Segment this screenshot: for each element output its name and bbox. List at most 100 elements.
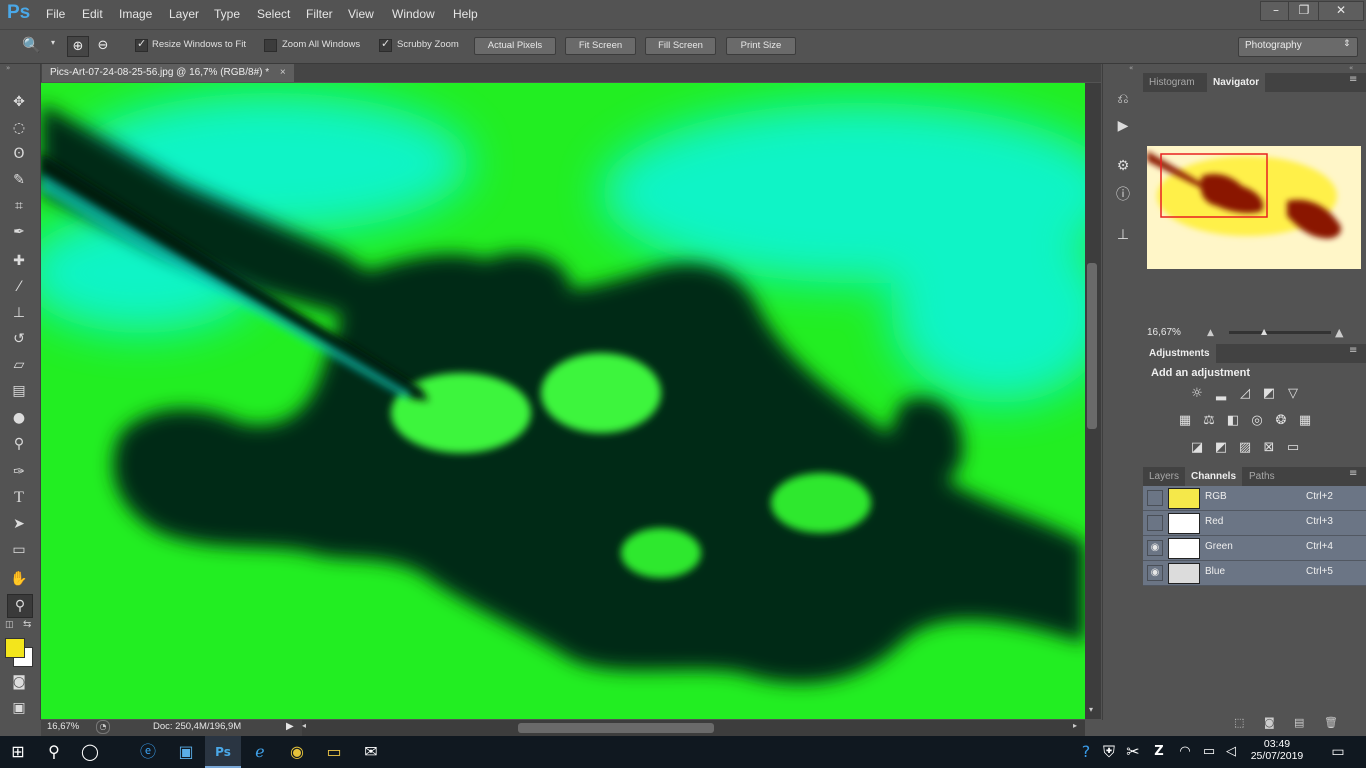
tool-preset-arrow-icon[interactable]: ▾	[51, 38, 55, 47]
chrome-icon[interactable]: ◉	[279, 736, 315, 768]
status-zoom[interactable]: 16,67%	[47, 721, 79, 732]
color-lookup-icon[interactable]: ▦	[1297, 414, 1313, 428]
scroll-right-icon[interactable]: ▸	[1073, 721, 1077, 730]
adjustments-menu-icon[interactable]: ≡	[1349, 345, 1357, 356]
channel-row-blue[interactable]: ◉ Blue Ctrl+5	[1143, 561, 1366, 586]
zoom-out-small-icon[interactable]: ▲	[1207, 328, 1214, 338]
move-tool-icon[interactable]: ✥	[7, 91, 31, 113]
print-size-button[interactable]: Print Size	[726, 37, 796, 55]
new-channel-icon[interactable]: ▤	[1294, 716, 1304, 729]
navigator-zoom-value[interactable]: 16,67%	[1147, 327, 1181, 338]
horizontal-scroll-thumb[interactable]	[518, 723, 714, 733]
invert-icon[interactable]: ◪	[1189, 441, 1205, 455]
eye-icon[interactable]: ◉	[1147, 540, 1163, 556]
dodge-tool-icon[interactable]: ⚲	[7, 433, 31, 455]
tab-adjustments[interactable]: Adjustments	[1143, 344, 1216, 363]
zoom-out-icon[interactable]: ⊖	[93, 36, 113, 55]
color-balance-icon[interactable]: ⚖	[1201, 414, 1217, 428]
navigator-preview[interactable]	[1147, 146, 1361, 269]
pen-tool-icon[interactable]: ✑	[7, 461, 31, 483]
scroll-left-icon[interactable]: ◂	[302, 721, 306, 730]
menu-select[interactable]: Select	[257, 7, 290, 21]
zoom-tool-icon[interactable]: ⚲	[7, 594, 33, 618]
mail-icon[interactable]: ✉	[353, 736, 389, 768]
restore-button[interactable]: ❐	[1288, 1, 1320, 21]
tab-histogram[interactable]: Histogram	[1143, 73, 1201, 92]
blur-tool-icon[interactable]: ●	[7, 407, 31, 429]
healing-brush-tool-icon[interactable]: ✚	[7, 250, 31, 272]
menu-window[interactable]: Window	[392, 7, 435, 21]
resize-windows-checkbox[interactable]	[135, 37, 148, 52]
tab-navigator[interactable]: Navigator	[1207, 73, 1266, 92]
menu-layer[interactable]: Layer	[169, 7, 199, 21]
channels-menu-icon[interactable]: ≡	[1349, 468, 1357, 479]
zoom-in-large-icon[interactable]: ▲	[1335, 326, 1343, 339]
zoom-in-icon[interactable]: ⊕	[67, 36, 89, 57]
info-panel-icon[interactable]: ⓘ	[1114, 186, 1132, 204]
actions-play-icon[interactable]: ▶	[1114, 117, 1132, 135]
channel-row-red[interactable]: Red Ctrl+3	[1143, 511, 1366, 536]
clone-stamp-tool-icon[interactable]: ⊥	[7, 302, 31, 324]
taskbar-clock[interactable]: 03:49 25/07/2019	[1248, 738, 1306, 762]
close-tab-icon[interactable]: ×	[280, 67, 286, 78]
vertical-scrollbar[interactable]: ▾	[1085, 83, 1101, 719]
zoom-all-windows-checkbox[interactable]	[264, 39, 277, 52]
channel-mixer-icon[interactable]: ❂	[1273, 414, 1289, 428]
screen-mode-icon[interactable]: ▣	[7, 697, 31, 719]
gradient-map-icon[interactable]: ▭	[1285, 441, 1301, 455]
clone-source-panel-icon[interactable]: ⊥	[1114, 226, 1132, 244]
channel-visibility-toggle[interactable]	[1147, 490, 1163, 506]
exposure-icon[interactable]: ◩	[1261, 387, 1277, 401]
eraser-tool-icon[interactable]: ▱	[7, 354, 31, 376]
marquee-tool-icon[interactable]: ◌	[7, 117, 31, 139]
channel-row-rgb[interactable]: RGB Ctrl+2	[1143, 486, 1366, 511]
store-icon[interactable]: ▣	[168, 736, 204, 768]
windows-start-icon[interactable]: ⊞	[0, 736, 36, 768]
tab-paths[interactable]: Paths	[1243, 467, 1281, 486]
eye-icon[interactable]: ◉	[1147, 565, 1163, 581]
image-canvas[interactable]	[41, 83, 1085, 719]
document-tab[interactable]: Pics-Art-07-24-08-25-56.jpg @ 16,7% (RGB…	[42, 64, 294, 82]
menu-type[interactable]: Type	[214, 7, 240, 21]
actual-pixels-button[interactable]: Actual Pixels	[474, 37, 556, 55]
search-icon[interactable]: ⚲	[36, 736, 72, 768]
status-menu-arrow-icon[interactable]: ▶	[286, 721, 294, 732]
path-select-tool-icon[interactable]: ➤	[7, 513, 31, 535]
panel-menu-icon[interactable]: ≡	[1349, 74, 1357, 85]
scrubby-zoom-checkbox[interactable]	[379, 37, 392, 52]
task-view-icon[interactable]: ◯	[72, 736, 108, 768]
close-button[interactable]: ✕	[1318, 1, 1364, 21]
load-selection-icon[interactable]: ⬚	[1234, 716, 1244, 729]
hue-saturation-icon[interactable]: ▦	[1177, 414, 1193, 428]
brush-tool-icon[interactable]: ⁄	[7, 276, 31, 298]
trash-icon[interactable]: 🗑	[1324, 716, 1338, 729]
z-tray-icon[interactable]: Z	[1146, 736, 1172, 768]
channel-visibility-toggle[interactable]	[1147, 515, 1163, 531]
photoshop-taskbar-icon[interactable]: Ps	[205, 736, 241, 768]
channel-row-green[interactable]: ◉ Green Ctrl+4	[1143, 536, 1366, 561]
history-panel-icon[interactable]: ⎌	[1114, 90, 1132, 108]
black-white-icon[interactable]: ◧	[1225, 414, 1241, 428]
file-explorer-icon[interactable]: ▭	[316, 736, 352, 768]
zoom-slider-thumb[interactable]: ▲	[1261, 327, 1267, 336]
zoom-tool-icon[interactable]: 🔍	[22, 36, 41, 54]
menu-edit[interactable]: Edit	[82, 7, 103, 21]
fit-screen-button[interactable]: Fit Screen	[565, 37, 636, 55]
tools-tray-icon[interactable]: ✂	[1120, 736, 1146, 768]
collapse-strip-icon[interactable]: «	[1129, 64, 1133, 72]
tab-layers[interactable]: Layers	[1143, 467, 1185, 486]
tab-channels[interactable]: Channels	[1185, 467, 1243, 486]
default-colors-icon[interactable]: ◫	[5, 620, 14, 630]
menu-help[interactable]: Help	[453, 7, 478, 21]
defender-tray-icon[interactable]: ⛨	[1096, 736, 1122, 768]
selective-color-icon[interactable]: ⊠	[1261, 441, 1277, 455]
share-status-icon[interactable]: ◔	[96, 720, 110, 734]
collapse-panels-icon[interactable]: «	[1349, 64, 1353, 72]
fill-screen-button[interactable]: Fill Screen	[645, 37, 716, 55]
levels-icon[interactable]: ▂	[1213, 387, 1229, 401]
foreground-color-swatch[interactable]	[5, 638, 25, 658]
action-center-icon[interactable]: ▭	[1320, 736, 1356, 768]
shape-tool-icon[interactable]: ▭	[7, 539, 31, 561]
properties-panel-icon[interactable]: ⚙	[1114, 157, 1132, 175]
menu-image[interactable]: Image	[119, 7, 152, 21]
